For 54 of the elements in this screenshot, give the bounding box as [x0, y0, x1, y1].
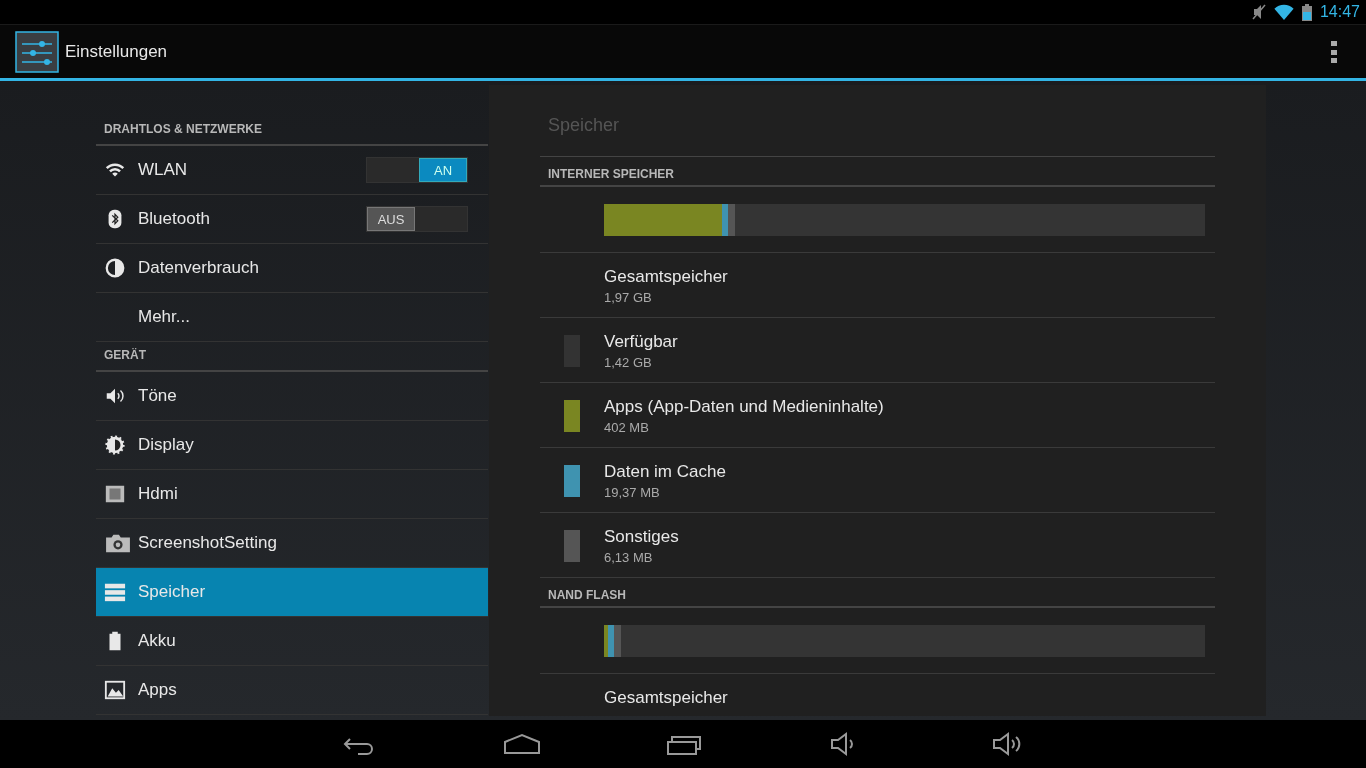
- chip-icon: [104, 483, 126, 505]
- settings-sliders-icon[interactable]: [15, 30, 59, 73]
- battery-icon: [1301, 3, 1312, 21]
- settings-item[interactable]: Apps: [96, 666, 488, 715]
- toggle-switch[interactable]: AN: [366, 157, 468, 183]
- mute-icon: [1251, 4, 1266, 20]
- storage-value: 1,97 GB: [604, 290, 653, 305]
- settings-item[interactable]: Bluetooth AUS: [96, 195, 488, 244]
- overflow-menu-icon[interactable]: [1330, 39, 1338, 64]
- storage-value: 402 MB: [604, 420, 650, 435]
- item-label: Speicher: [138, 582, 207, 602]
- settings-item[interactable]: WLAN AN: [96, 146, 488, 195]
- storage-label: Sonstiges: [604, 527, 679, 547]
- section-header: INTERNER SPEICHER: [540, 157, 1215, 187]
- item-label: Töne: [138, 386, 178, 406]
- wifi-signal-icon: [1273, 4, 1294, 20]
- storage-label: Verfügbar: [604, 332, 678, 352]
- settings-item[interactable]: Hdmi: [96, 470, 488, 519]
- storage-value: 19,37 MB: [604, 485, 661, 500]
- section-header: DRAHTLOS & NETZWERKE: [96, 116, 488, 146]
- app-title: Einstellungen: [65, 41, 169, 62]
- settings-item[interactable]: Speicher: [96, 568, 488, 617]
- item-label: Akku: [138, 631, 177, 651]
- section-header: NAND FLASH: [540, 578, 1215, 608]
- home-icon[interactable]: [502, 732, 542, 756]
- toggle-thumb: AN: [419, 158, 467, 182]
- item-label: WLAN: [138, 160, 189, 180]
- clock-time: 14:47: [1319, 3, 1360, 21]
- settings-item[interactable]: Mehr...: [96, 293, 488, 342]
- settings-item[interactable]: Töne: [96, 372, 488, 421]
- settings-item[interactable]: Akku: [96, 617, 488, 666]
- toggle-switch[interactable]: AUS: [366, 206, 468, 232]
- section-header: GERÄT: [96, 342, 488, 372]
- storage-value: 1,42 GB: [604, 355, 653, 370]
- item-label: ScreenshotSetting: [138, 533, 278, 553]
- item-label: Bluetooth: [138, 209, 211, 229]
- storage-label: Gesamtspeicher: [604, 688, 728, 708]
- item-label: Hdmi: [138, 484, 179, 504]
- item-label: Mehr...: [138, 307, 191, 327]
- storage-icon: [104, 581, 126, 603]
- item-label: Display: [138, 435, 195, 455]
- camera-icon: [104, 532, 132, 554]
- picture-icon: [104, 679, 126, 701]
- storage-label: Apps (App-Daten und Medieninhalte): [604, 397, 884, 417]
- storage-label: Gesamtspeicher: [604, 267, 728, 287]
- storage-label: Daten im Cache: [604, 462, 726, 482]
- brightness-icon: [104, 434, 126, 456]
- storage-value: 6,13 MB: [604, 550, 654, 565]
- settings-item[interactable]: Display: [96, 421, 488, 470]
- item-label: Apps: [138, 680, 178, 700]
- settings-item[interactable]: Datenverbrauch: [96, 244, 488, 293]
- toggle-thumb: AUS: [367, 207, 415, 231]
- item-label: Datenverbrauch: [138, 258, 260, 278]
- pie-chart-icon: [104, 257, 126, 279]
